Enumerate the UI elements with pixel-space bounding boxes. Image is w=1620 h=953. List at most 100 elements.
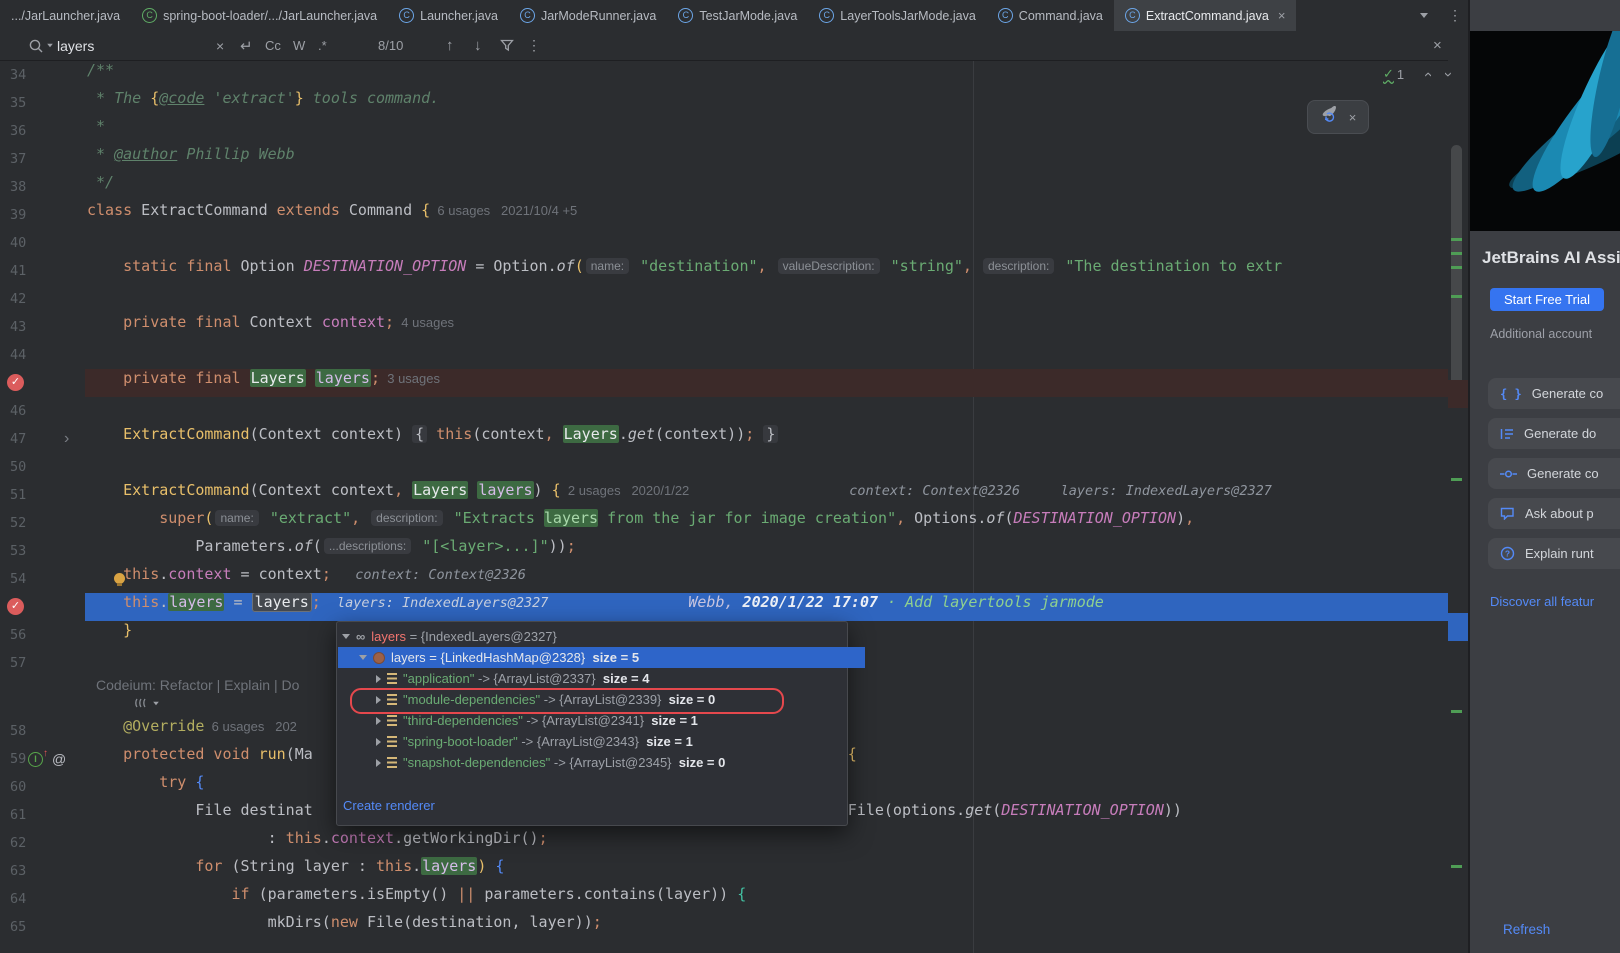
gutter[interactable]: 50 — [0, 453, 86, 481]
tab-7[interactable]: CCommand.java — [987, 0, 1114, 31]
code-line-42[interactable]: 42 — [0, 285, 1448, 313]
regenerate-icon[interactable] — [1320, 106, 1340, 128]
discover-features-link[interactable]: Discover all featur — [1490, 594, 1594, 609]
code-line-54[interactable]: 54 this.context = context; context: Cont… — [0, 565, 1448, 593]
search-input[interactable]: layers — [57, 31, 94, 60]
search-match-mark[interactable] — [1451, 865, 1462, 868]
chevron-down-icon[interactable] — [342, 634, 350, 639]
search-match-mark[interactable] — [1451, 710, 1462, 713]
breakpoint-icon[interactable]: ✓ — [7, 374, 24, 391]
gutter[interactable]: 40 — [0, 229, 86, 257]
code-line-52[interactable]: 52 super(name: "extract", description: "… — [0, 509, 1448, 537]
gutter[interactable]: 41 — [0, 257, 86, 285]
gutter[interactable]: 56 — [0, 621, 86, 649]
code-line-50[interactable]: 50 — [0, 453, 1448, 481]
whole-words-toggle[interactable]: W — [293, 31, 305, 60]
code-line-64[interactable]: 64 if (parameters.isEmpty() || parameter… — [0, 885, 1448, 913]
gutter[interactable]: 46 — [0, 397, 86, 425]
fold-arrow-icon[interactable]: › — [64, 425, 69, 452]
ai-action-2-button[interactable]: Generate do — [1488, 418, 1620, 449]
ai-action-5-button[interactable]: ?Explain runt — [1488, 538, 1620, 569]
gutter[interactable]: 38 — [0, 173, 86, 201]
code-line-39[interactable]: 39class ExtractCommand extends Command {… — [0, 201, 1448, 229]
gutter[interactable]: ✓ — [0, 369, 86, 397]
search-match-mark[interactable] — [1451, 238, 1462, 241]
codeium-logo-icon[interactable] — [134, 697, 160, 709]
next-occurrence-chevron-icon[interactable]: › — [1440, 72, 1457, 77]
code-line-40[interactable]: 40 — [0, 229, 1448, 257]
search-icon[interactable] — [28, 31, 54, 60]
tab-4[interactable]: CJarModeRunner.java — [509, 0, 667, 31]
gutter[interactable]: 59I↑@ — [0, 745, 86, 773]
gutter[interactable]: 39 — [0, 201, 86, 229]
ai-actions-chip[interactable]: × — [1307, 100, 1369, 134]
editor-scrollbar-stripe[interactable] — [1448, 60, 1468, 953]
start-free-trial-button[interactable]: Start Free Trial — [1490, 288, 1604, 311]
code-line-38[interactable]: 38 */ — [0, 173, 1448, 201]
variable-row[interactable]: "application" -> {ArrayList@2337} size =… — [338, 668, 882, 689]
gutter[interactable]: 52 — [0, 509, 86, 537]
chevron-right-icon[interactable] — [376, 696, 381, 704]
codeium-hint-text[interactable]: Codeium: Refactor | Explain | Do — [96, 677, 299, 693]
search-match-mark[interactable] — [1451, 252, 1462, 255]
code-line-51[interactable]: 51 ExtractCommand(Context context, Layer… — [0, 481, 1448, 509]
tab-2[interactable]: Cspring-boot-loader/.../JarLauncher.java — [131, 0, 388, 31]
gutter[interactable]: 63 — [0, 857, 86, 885]
variable-row[interactable]: "module-dependencies" -> {ArrayList@2339… — [338, 689, 882, 710]
gutter[interactable]: 47› — [0, 425, 86, 453]
gutter[interactable]: 54 — [0, 565, 86, 593]
ai-action-1-button[interactable]: { }Generate co — [1488, 378, 1620, 409]
search-match-mark[interactable] — [1451, 266, 1462, 269]
gutter[interactable]: 51 — [0, 481, 86, 509]
gutter[interactable]: 60 — [0, 773, 86, 801]
code-line-46[interactable]: 46 — [0, 397, 1448, 425]
tab-overflow-chevron-icon[interactable] — [1420, 0, 1428, 31]
close-tab-icon[interactable]: × — [1278, 8, 1286, 23]
refresh-link[interactable]: Refresh — [1503, 922, 1550, 937]
code-line-62[interactable]: 62 : this.context.getWorkingDir(); — [0, 829, 1448, 857]
create-renderer-link[interactable]: Create renderer — [343, 798, 435, 813]
gutter[interactable]: 37 — [0, 145, 86, 173]
ai-action-3-button[interactable]: Generate co — [1488, 458, 1620, 489]
code-line-44[interactable]: 44 — [0, 341, 1448, 369]
previous-match-icon[interactable]: ↑ — [446, 31, 454, 60]
chevron-right-icon[interactable] — [376, 675, 381, 683]
tab-6[interactable]: CLayerToolsJarMode.java — [808, 0, 987, 31]
tab-options-menu-icon[interactable]: ⋮ — [1448, 0, 1462, 31]
code-line-35[interactable]: 35 * The {@code 'extract'} tools command… — [0, 89, 1448, 117]
gutter[interactable]: ✓ — [0, 593, 86, 621]
implements-marker-icon[interactable]: I — [28, 752, 43, 767]
chevron-right-icon[interactable] — [376, 738, 381, 746]
code-line-36[interactable]: 36 * — [0, 117, 1448, 145]
prev-occurrence-chevron-icon[interactable]: › — [1419, 72, 1436, 77]
inspections-widget[interactable]: ✓ 1 — [1383, 66, 1404, 82]
search-match-mark[interactable] — [1451, 295, 1462, 298]
gutter[interactable]: 64 — [0, 885, 86, 913]
gutter[interactable]: 57 — [0, 649, 86, 677]
code-line-53[interactable]: 53 Parameters.of(...descriptions: "[<lay… — [0, 537, 1448, 565]
tab-8[interactable]: CExtractCommand.java× — [1114, 0, 1297, 31]
gutter[interactable]: 58 — [0, 717, 86, 745]
match-case-toggle[interactable]: Cc — [265, 31, 281, 60]
gutter[interactable]: 43 — [0, 313, 86, 341]
gutter[interactable]: 65 — [0, 913, 86, 941]
chevron-right-icon[interactable] — [376, 759, 381, 767]
code-line-55[interactable]: ✓ this.layers = layers; layers: IndexedL… — [0, 593, 1448, 621]
search-match-mark[interactable] — [1451, 478, 1462, 481]
gutter[interactable]: 34 — [0, 61, 86, 89]
breakpoint-icon[interactable]: ✓ — [7, 598, 24, 615]
execution-line-mark[interactable] — [1448, 613, 1468, 641]
chevron-right-icon[interactable] — [376, 717, 381, 725]
tab-5[interactable]: CTestJarMode.java — [667, 0, 808, 31]
gutter[interactable]: 44 — [0, 341, 86, 369]
filter-icon[interactable] — [500, 31, 514, 60]
gutter[interactable]: 36 — [0, 117, 86, 145]
variable-row[interactable]: layers = {LinkedHashMap@2328} size = 5 — [338, 647, 865, 668]
code-line-63[interactable]: 63 for (String layer : this.layers) { — [0, 857, 1448, 885]
code-line-65[interactable]: 65 mkDirs(new File(destination, layer)); — [0, 913, 1448, 941]
variable-row[interactable]: ∞layers = {IndexedLayers@2327} — [338, 626, 848, 647]
insert-newline-icon[interactable]: ↵ — [240, 31, 253, 60]
tab-3[interactable]: CLauncher.java — [388, 0, 509, 31]
gutter[interactable]: 35 — [0, 89, 86, 117]
search-options-menu-icon[interactable]: ⋮ — [527, 31, 541, 60]
